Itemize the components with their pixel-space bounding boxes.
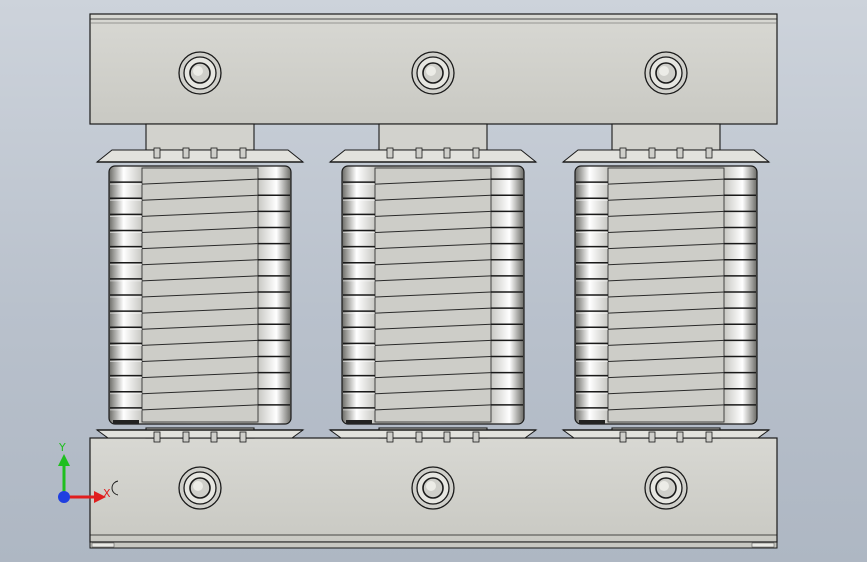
- transformer-model[interactable]: [0, 0, 867, 562]
- clamp-tab: [676, 431, 684, 443]
- core-block-top: [378, 123, 488, 151]
- clamp-tab: [443, 431, 451, 443]
- clamp-tab: [443, 147, 451, 159]
- clamp-tab: [153, 431, 161, 443]
- coil-flange-bottom: [95, 429, 305, 439]
- clamp-tab: [705, 147, 713, 159]
- clamp-tab: [210, 147, 218, 159]
- clamp-tab: [153, 147, 161, 159]
- core-block-top: [611, 123, 721, 151]
- clamp-tab: [619, 431, 627, 443]
- clamp-tab: [415, 147, 423, 159]
- bolt-icon: [411, 466, 455, 510]
- clamp-tab: [648, 147, 656, 159]
- clamp-tab: [210, 431, 218, 443]
- clamp-tab: [648, 431, 656, 443]
- bolt-icon: [178, 51, 222, 95]
- clamp-tab: [705, 431, 713, 443]
- cad-viewport[interactable]: Y X: [0, 0, 867, 562]
- clamp-tab: [239, 431, 247, 443]
- x-axis-label: X: [103, 487, 111, 500]
- clamp-tab: [472, 431, 480, 443]
- core-block-top: [145, 123, 255, 151]
- coil-flange-top: [561, 149, 771, 163]
- clamp-tab: [386, 147, 394, 159]
- clamp-tab: [676, 147, 684, 159]
- clamp-tab: [415, 431, 423, 443]
- clamp-tab: [182, 431, 190, 443]
- bolt-icon: [178, 466, 222, 510]
- transformer-leg: [95, 123, 305, 443]
- clamp-tab: [386, 431, 394, 443]
- coil-lead: [113, 420, 139, 424]
- transformer-leg: [328, 123, 538, 443]
- clamp-tab: [472, 147, 480, 159]
- bolt-icon: [411, 51, 455, 95]
- coil-lead: [579, 420, 605, 424]
- y-axis-label: Y: [59, 441, 66, 454]
- bolt-icon: [644, 51, 688, 95]
- clamp-tab: [619, 147, 627, 159]
- coil-flange-top: [95, 149, 305, 163]
- coil-flange-bottom: [561, 429, 771, 439]
- coil-flange-top: [328, 149, 538, 163]
- y-axis-arrow-icon: [58, 454, 70, 466]
- transformer-leg: [561, 123, 771, 443]
- bolt-icon: [644, 466, 688, 510]
- clamp-tab: [239, 147, 247, 159]
- coil-flange-bottom: [328, 429, 538, 439]
- z-axis-icon: [58, 491, 70, 503]
- coil-lead: [346, 420, 372, 424]
- triad-origin-icon: [111, 480, 118, 496]
- clamp-tab: [182, 147, 190, 159]
